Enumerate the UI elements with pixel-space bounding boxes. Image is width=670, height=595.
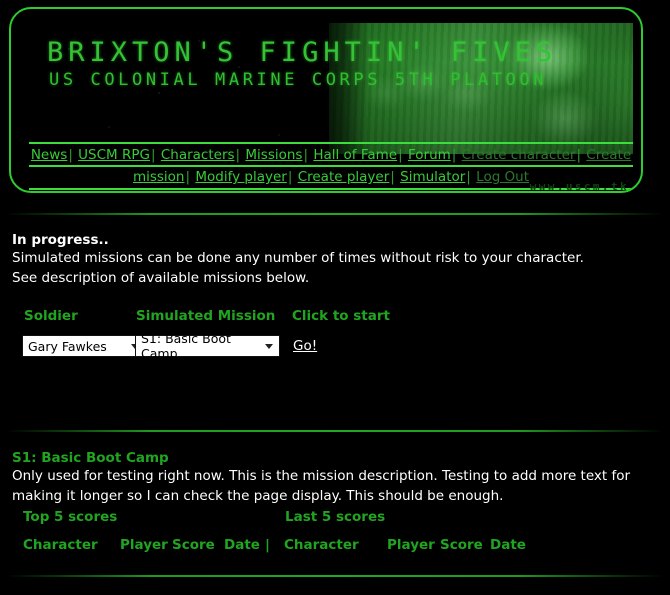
site-url-watermark: www.uscm.tk	[529, 180, 629, 193]
simulated-mission-label: Simulated Mission	[136, 308, 276, 324]
soldier-select-value: Gary Fawkes	[28, 338, 107, 354]
nav-link-modify-player[interactable]: Modify player	[195, 169, 286, 185]
mission-select[interactable]: S1: Basic Boot Camp	[135, 331, 280, 361]
nav-separator: |	[287, 169, 293, 185]
last-scores-heading: Last 5 scores	[285, 509, 386, 525]
site-title: BRIXTON'S FIGHTIN' FIVES	[47, 37, 558, 68]
soldier-select[interactable]: Gary Fawkes	[22, 335, 146, 357]
nav-link-create-player[interactable]: Create player	[298, 169, 390, 185]
nav-separator: |	[451, 147, 457, 163]
simulator-form-controls: Gary Fawkes S1: Basic Boot Camp Go!	[0, 331, 670, 361]
nav-separator: |	[68, 147, 73, 163]
nav-separator: |	[185, 169, 191, 185]
nav-separator: |	[390, 169, 395, 185]
top-scores-col-player: Player	[120, 537, 168, 553]
divider-top	[6, 213, 664, 215]
last-scores-col-player: Player	[387, 537, 435, 553]
soldier-label: Soldier	[24, 308, 78, 324]
go-button[interactable]: Go!	[293, 338, 317, 354]
top-scores-col-character: Character	[23, 537, 98, 553]
nav-link-news[interactable]: News	[31, 147, 67, 163]
last-scores-col-score: Score	[440, 537, 483, 553]
nav-link-uscm-rpg[interactable]: USCM RPG	[78, 147, 150, 163]
mission-description: Only used for testing right now. This is…	[12, 468, 631, 504]
divider-bottom	[6, 575, 664, 577]
nav-separator: |	[303, 147, 309, 163]
nav-link-characters[interactable]: Characters	[161, 147, 235, 163]
site-banner: BRIXTON'S FIGHTIN' FIVES US COLONIAL MAR…	[9, 7, 643, 193]
scores-column-divider: |	[265, 537, 270, 553]
nav-link-forum[interactable]: Forum	[408, 147, 451, 163]
nav-separator: |	[235, 147, 241, 163]
chevron-down-icon	[265, 343, 273, 349]
nav-row-1: News| USCM RPG| Characters| Missions| Ha…	[29, 146, 633, 164]
top-scores-col-date: Date	[224, 537, 260, 553]
nav-separator: |	[150, 147, 156, 163]
nav-link-hall-of-fame[interactable]: Hall of Fame	[313, 147, 397, 163]
mission-select-value: S1: Basic Boot Camp	[141, 331, 231, 361]
site-subtitle: US COLONIAL MARINE CORPS 5TH PLATOON	[49, 70, 548, 90]
last-scores-col-date: Date	[490, 537, 526, 553]
divider-middle	[6, 430, 664, 432]
nav-link-missions[interactable]: Missions	[245, 147, 302, 163]
top-scores-heading: Top 5 scores	[23, 509, 118, 525]
intro-description: Simulated missions can be done any numbe…	[12, 250, 584, 286]
nav-link-simulator[interactable]: Simulator	[400, 169, 465, 185]
last-scores-col-character: Character	[284, 537, 359, 553]
click-to-start-label: Click to start	[292, 308, 390, 324]
page-title: In progress..	[12, 232, 109, 248]
nav-link-create-mission-part2[interactable]: mission	[133, 169, 185, 185]
mission-title: S1: Basic Boot Camp	[12, 450, 169, 466]
nav-separator: |	[466, 169, 471, 185]
nav-separator: |	[576, 147, 581, 163]
nav-link-create-mission-part1[interactable]: Create	[586, 147, 631, 163]
nav-link-log-out[interactable]: Log Out	[476, 169, 529, 185]
nav-separator: |	[398, 147, 403, 163]
nav-link-create-character[interactable]: Create character	[462, 147, 576, 163]
top-scores-col-score: Score	[172, 537, 215, 553]
